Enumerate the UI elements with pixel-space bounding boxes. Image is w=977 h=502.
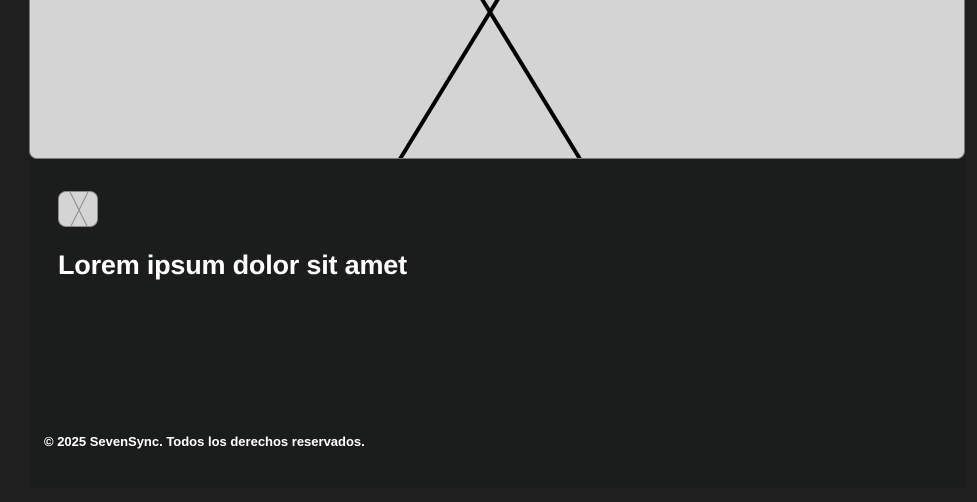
thumbnail-placeholder (58, 191, 98, 227)
hero-image-placeholder (29, 0, 965, 159)
image-placeholder-icon (69, 192, 89, 226)
footer-copyright: © 2025 SevenSync. Todos los derechos res… (44, 434, 365, 449)
page: Lorem ipsum dolor sit amet © 2025 SevenS… (0, 0, 977, 502)
image-placeholder-icon (398, 0, 582, 158)
card-title: Lorem ipsum dolor sit amet (58, 250, 407, 280)
